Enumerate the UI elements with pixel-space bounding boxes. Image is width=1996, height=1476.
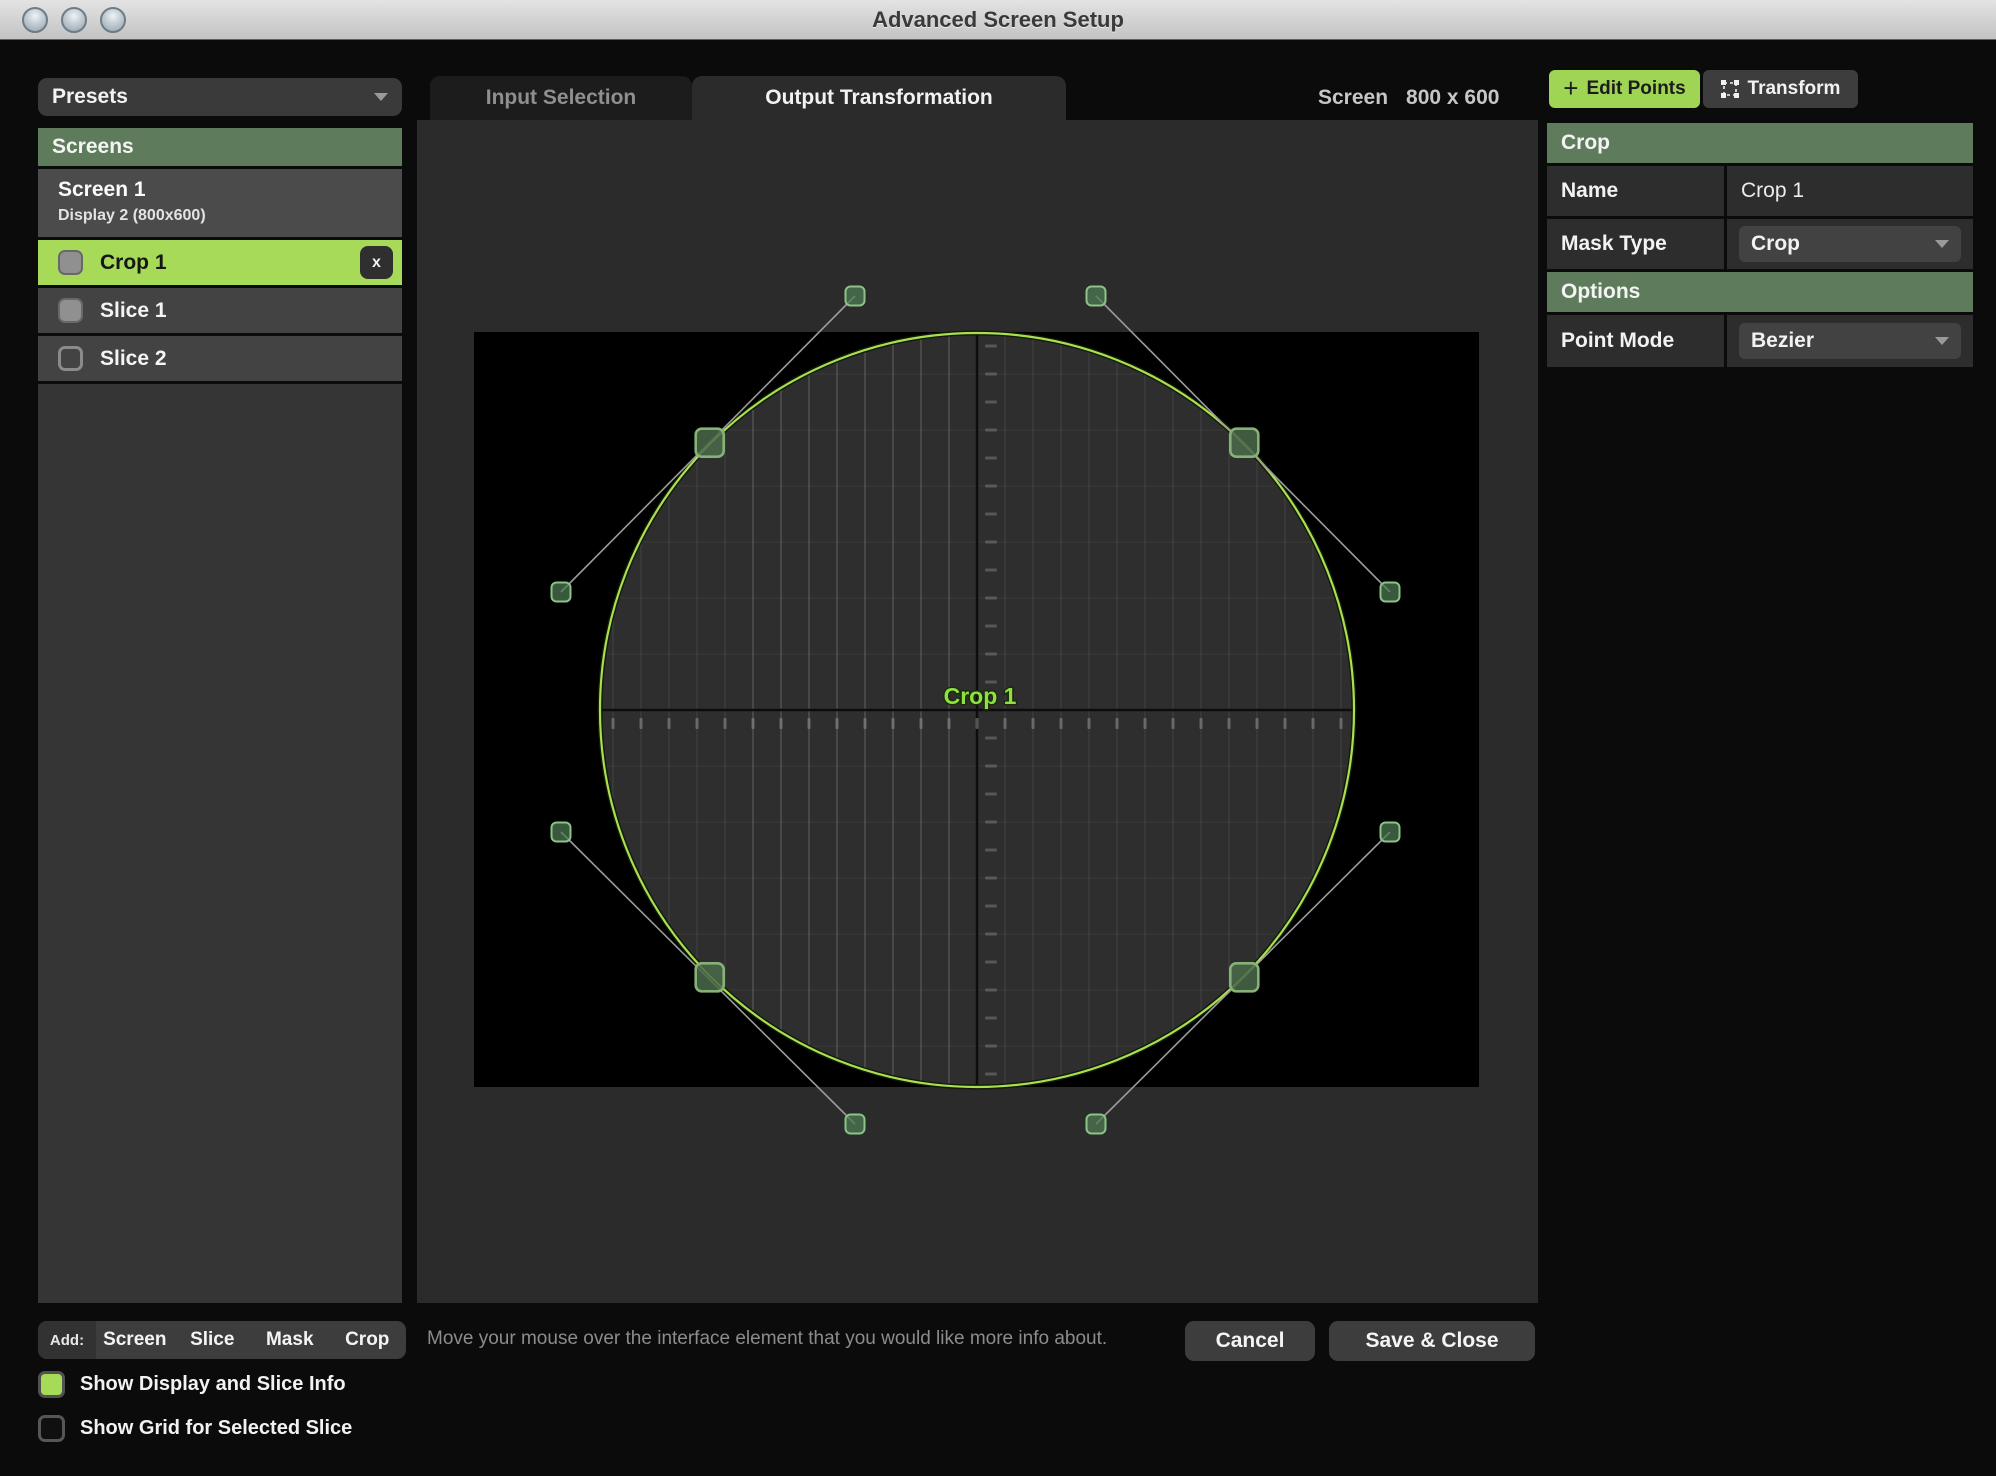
control-handle-bottom-left[interactable] [846, 1115, 865, 1134]
name-value-text: Crop 1 [1741, 179, 1804, 203]
show-display-info-row: Show Display and Slice Info [38, 1371, 346, 1398]
presets-dropdown[interactable]: Presets [38, 78, 402, 116]
screen-info-label: Screen [1318, 86, 1388, 110]
advanced-screen-setup-window: { "window": { "title": "Advanced Screen … [0, 0, 1996, 1476]
transform-button[interactable]: Transform [1703, 70, 1858, 108]
edit-points-label: Edit Points [1586, 78, 1685, 100]
name-field[interactable]: Crop 1 [1727, 166, 1973, 216]
edit-points-button[interactable]: + Edit Points [1549, 70, 1700, 108]
control-handle-top-right[interactable] [1087, 287, 1106, 306]
anchor-point-nw[interactable] [696, 429, 724, 457]
show-display-info-label: Show Display and Slice Info [80, 1373, 346, 1396]
mask-type-label-text: Mask Type [1561, 232, 1667, 256]
tab-input-selection[interactable]: Input Selection [430, 76, 692, 120]
save-and-close-label: Save & Close [1365, 1329, 1498, 1353]
window-controls [22, 7, 126, 33]
point-mode-cell: Bezier [1727, 315, 1973, 367]
options-header-label: Options [1561, 280, 1640, 304]
sidebar-item-screen1[interactable]: Screen 1 Display 2 (800x600) [38, 169, 402, 237]
name-label: Name [1547, 166, 1724, 216]
add-label: Add: [38, 1321, 96, 1359]
crop-canvas-label: Crop 1 [944, 683, 1017, 709]
screens-section-header: Screens [38, 128, 402, 166]
slice2-label: Slice 2 [100, 347, 167, 371]
minimize-window-button[interactable] [61, 7, 87, 33]
cancel-button-label: Cancel [1216, 1329, 1285, 1353]
show-display-info-checkbox[interactable] [38, 1371, 65, 1398]
add-slice-button[interactable]: Slice [174, 1329, 252, 1351]
name-label-text: Name [1561, 179, 1618, 203]
point-mode-value-text: Bezier [1751, 329, 1814, 353]
sidebar-item-slice2[interactable]: Slice 2 [38, 336, 402, 381]
slice2-checkbox[interactable] [58, 346, 83, 371]
mask-edit-canvas[interactable]: Crop 1 [417, 120, 1538, 1303]
sidebar-item-crop1[interactable]: Crop 1 x [38, 240, 402, 285]
options-section-header: Options [1547, 272, 1973, 312]
screen1-name: Screen 1 [58, 178, 402, 202]
mask-type-dropdown[interactable]: Crop [1739, 226, 1961, 262]
titlebar: Advanced Screen Setup [0, 0, 1996, 40]
crop-header-label: Crop [1561, 131, 1610, 155]
add-screen-button[interactable]: Screen [96, 1329, 174, 1351]
point-mode-label: Point Mode [1547, 315, 1724, 367]
tab-output-transformation[interactable]: Output Transformation [692, 76, 1066, 120]
anchor-point-sw[interactable] [696, 963, 724, 991]
anchor-point-se[interactable] [1230, 963, 1258, 991]
transform-label: Transform [1748, 78, 1841, 100]
presets-label: Presets [52, 85, 128, 109]
add-toolbar: Add: Screen Slice Mask Crop [38, 1321, 406, 1359]
show-grid-checkbox[interactable] [38, 1415, 65, 1442]
screen-resolution-readout: Screen 800 x 600 [1318, 76, 1538, 120]
screens-header-label: Screens [52, 135, 134, 159]
show-grid-row: Show Grid for Selected Slice [38, 1415, 352, 1442]
cancel-button[interactable]: Cancel [1185, 1321, 1315, 1361]
delete-crop1-button[interactable]: x [360, 246, 393, 279]
chevron-down-icon [1935, 240, 1949, 248]
output-transformation-panel: Crop 1 [417, 120, 1538, 1303]
sidebar-background [38, 384, 402, 1303]
crop1-label: Crop 1 [100, 251, 167, 275]
mask-type-cell: Crop [1727, 219, 1973, 269]
plus-icon: + [1563, 75, 1578, 101]
tab-input-selection-label: Input Selection [486, 86, 637, 110]
mask-type-value-text: Crop [1751, 232, 1800, 256]
slice1-checkbox[interactable] [58, 298, 83, 323]
window-title: Advanced Screen Setup [0, 0, 1996, 40]
crop-section-header: Crop [1547, 123, 1973, 163]
mask-type-label: Mask Type [1547, 219, 1724, 269]
point-mode-dropdown[interactable]: Bezier [1739, 323, 1961, 359]
zoom-window-button[interactable] [100, 7, 126, 33]
point-mode-label-text: Point Mode [1561, 329, 1674, 353]
show-grid-label: Show Grid for Selected Slice [80, 1417, 352, 1440]
control-handle-left-lower[interactable] [552, 823, 571, 842]
control-handle-right-upper[interactable] [1381, 583, 1400, 602]
control-handle-right-lower[interactable] [1381, 823, 1400, 842]
control-handle-top-left[interactable] [846, 287, 865, 306]
anchor-point-ne[interactable] [1230, 429, 1258, 457]
add-crop-button[interactable]: Crop [329, 1329, 407, 1351]
sidebar-item-slice1[interactable]: Slice 1 [38, 288, 402, 333]
add-mask-button[interactable]: Mask [251, 1329, 329, 1351]
crop1-checkbox[interactable] [58, 250, 83, 275]
screen1-display-info: Display 2 (800x600) [58, 207, 402, 225]
close-window-button[interactable] [22, 7, 48, 33]
screen-info-resolution: 800 x 600 [1406, 86, 1499, 110]
control-handle-bottom-right[interactable] [1087, 1115, 1106, 1134]
save-and-close-button[interactable]: Save & Close [1329, 1321, 1535, 1361]
chevron-down-icon [374, 93, 388, 101]
tab-output-transformation-label: Output Transformation [765, 86, 993, 110]
control-handle-left-upper[interactable] [552, 583, 571, 602]
transform-icon [1721, 80, 1739, 98]
slice1-label: Slice 1 [100, 299, 167, 323]
chevron-down-icon [1935, 337, 1949, 345]
status-bar-text: Move your mouse over the interface eleme… [427, 1328, 1167, 1350]
